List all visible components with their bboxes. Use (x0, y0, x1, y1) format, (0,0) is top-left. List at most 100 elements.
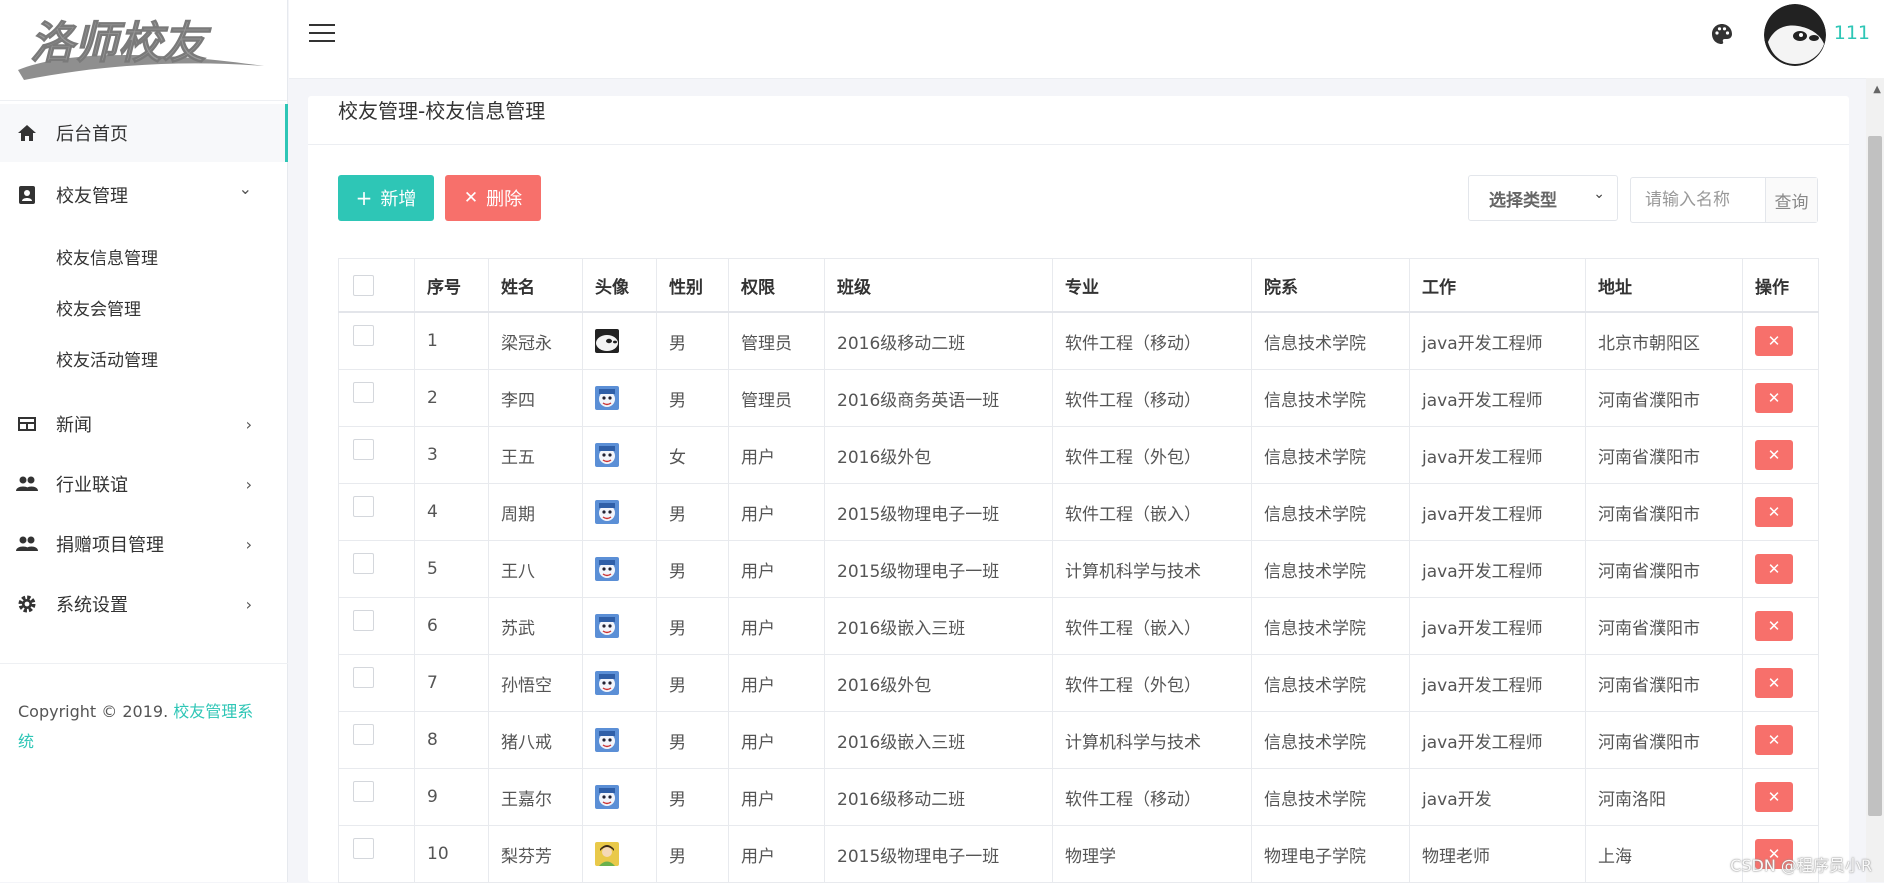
row-select-cell (338, 540, 415, 598)
row-delete-button[interactable]: ✕ (1755, 782, 1793, 812)
delete-button-label: 删除 (486, 189, 523, 210)
sidebar-item-donation[interactable]: 捐赠项目管理 › (0, 515, 288, 573)
sidebar-item-settings[interactable]: 系统设置 › (0, 575, 288, 633)
cell-avatar (582, 825, 657, 883)
cell-class: 2016级移动二班 (824, 311, 1053, 370)
sidebar-subitem-alumni-info[interactable]: 校友信息管理 (56, 244, 158, 269)
row-delete-button[interactable]: ✕ (1755, 383, 1793, 413)
cell-name: 梨芬芳 (488, 825, 583, 883)
copyright-text: Copyright © 2019. (18, 702, 174, 721)
select-all-checkbox[interactable] (353, 274, 374, 296)
sidebar-item-industry[interactable]: 行业联谊 › (0, 455, 288, 513)
row-checkbox[interactable] (353, 609, 374, 631)
logo[interactable]: 洛师校友 (0, 0, 287, 101)
cell-role: 用户 (728, 654, 825, 712)
row-delete-button[interactable]: ✕ (1755, 326, 1793, 356)
cell-no: 8 (414, 711, 489, 769)
row-select-cell (338, 768, 415, 826)
column-header: 姓名 (488, 258, 583, 313)
avatar-thumbnail (595, 671, 619, 695)
cell-dept: 信息技术学院 (1251, 768, 1410, 826)
cell-no: 9 (414, 768, 489, 826)
table-row: 7 孙悟空 男用户 2016级外包 软件工程（外包） 信息技术学院 java开发工程师 河南省… (338, 654, 1819, 712)
cell-job: java开发工程师 (1409, 597, 1586, 655)
column-header: 序号 (414, 258, 489, 313)
scrollbar-thumb[interactable] (1868, 136, 1882, 816)
row-delete-button[interactable]: ✕ (1755, 611, 1793, 641)
search-button[interactable]: 查询 (1765, 178, 1817, 222)
cell-actions: ✕ (1742, 311, 1819, 370)
cell-avatar (582, 597, 657, 655)
cell-gender: 女 (656, 426, 729, 484)
cell-actions: ✕ (1742, 768, 1819, 826)
row-select-cell (338, 597, 415, 655)
row-checkbox[interactable] (353, 780, 374, 802)
username[interactable]: 111 (1834, 22, 1870, 44)
cell-dept: 物理电子学院 (1251, 825, 1410, 883)
delete-button[interactable]: ✕ 删除 (445, 175, 541, 221)
watermark: CSDN @程序员小R (1730, 856, 1872, 875)
cell-gender: 男 (656, 768, 729, 826)
sidebar-item-label: 校友管理 (56, 186, 128, 207)
cell-no: 3 (414, 426, 489, 484)
cell-job: java开发工程师 (1409, 711, 1586, 769)
cell-class: 2015级物理电子一班 (824, 483, 1053, 541)
sidebar-item-home[interactable]: 后台首页 (0, 104, 288, 162)
avatar-thumbnail (595, 557, 619, 581)
copyright: Copyright © 2019. 校友管理系统 (18, 697, 258, 757)
row-checkbox[interactable] (353, 552, 374, 574)
cell-gender: 男 (656, 540, 729, 598)
palette-icon[interactable] (1710, 22, 1734, 50)
row-checkbox[interactable] (353, 381, 374, 403)
cell-major: 软件工程（嵌入） (1052, 597, 1252, 655)
column-header: 权限 (728, 258, 825, 313)
cell-major: 软件工程（嵌入） (1052, 483, 1252, 541)
cell-gender: 男 (656, 369, 729, 427)
cell-job: java开发工程师 (1409, 654, 1586, 712)
chevron-down-icon: ⌄ (1593, 186, 1605, 202)
home-icon (14, 120, 40, 146)
row-delete-button[interactable]: ✕ (1755, 440, 1793, 470)
add-button-label: 新增 (380, 189, 417, 210)
cell-no: 4 (414, 483, 489, 541)
cell-avatar (582, 483, 657, 541)
search-input[interactable] (1631, 178, 1765, 222)
row-checkbox[interactable] (353, 666, 374, 688)
avatar-thumbnail (595, 443, 619, 467)
row-delete-button[interactable]: ✕ (1755, 725, 1793, 755)
type-select[interactable]: 选择类型 ⌄ (1468, 175, 1618, 221)
row-delete-button[interactable]: ✕ (1755, 497, 1793, 527)
cell-actions: ✕ (1742, 483, 1819, 541)
column-header: 专业 (1052, 258, 1252, 313)
avatar[interactable] (1764, 4, 1826, 66)
scroll-up-arrow-icon[interactable]: ▲ (1873, 84, 1881, 95)
sidebar-item-news[interactable]: 新闻 › (0, 395, 288, 453)
cell-job: 物理老师 (1409, 825, 1586, 883)
sidebar-subitem-alumni-association[interactable]: 校友会管理 (56, 295, 141, 320)
sidebar-item-alumni[interactable]: 校友管理 ⌄ (0, 166, 288, 224)
top-bar: 111 (289, 0, 1884, 79)
add-button[interactable]: + 新增 (338, 175, 434, 221)
cell-class: 2016级外包 (824, 654, 1053, 712)
table-row: 5 王八 男用户 2015级物理电子一班 计算机科学与技术 信息技术学院 java开发工程师… (338, 540, 1819, 598)
row-checkbox[interactable] (353, 324, 374, 346)
cell-addr: 河南省濮阳市 (1585, 369, 1743, 427)
menu-toggle-icon[interactable] (309, 24, 335, 44)
cell-gender: 男 (656, 711, 729, 769)
row-delete-button[interactable]: ✕ (1755, 554, 1793, 584)
table-row: 9 王嘉尔 男用户 2016级移动二班 软件工程（移动） 信息技术学院 java开发 河南洛阳… (338, 768, 1819, 826)
sidebar-subitem-alumni-activity[interactable]: 校友活动管理 (56, 346, 158, 371)
cell-job: java开发工程师 (1409, 311, 1586, 370)
row-checkbox[interactable] (353, 495, 374, 517)
row-checkbox[interactable] (353, 438, 374, 460)
cell-no: 1 (414, 311, 489, 370)
sidebar-item-label: 捐赠项目管理 (56, 535, 164, 556)
row-checkbox[interactable] (353, 837, 374, 859)
row-delete-button[interactable]: ✕ (1755, 668, 1793, 698)
column-header: 头像 (582, 258, 657, 313)
column-header: 班级 (824, 258, 1053, 313)
row-select-cell (338, 426, 415, 484)
close-icon: ✕ (463, 188, 479, 208)
row-checkbox[interactable] (353, 723, 374, 745)
column-header: 工作 (1409, 258, 1586, 313)
